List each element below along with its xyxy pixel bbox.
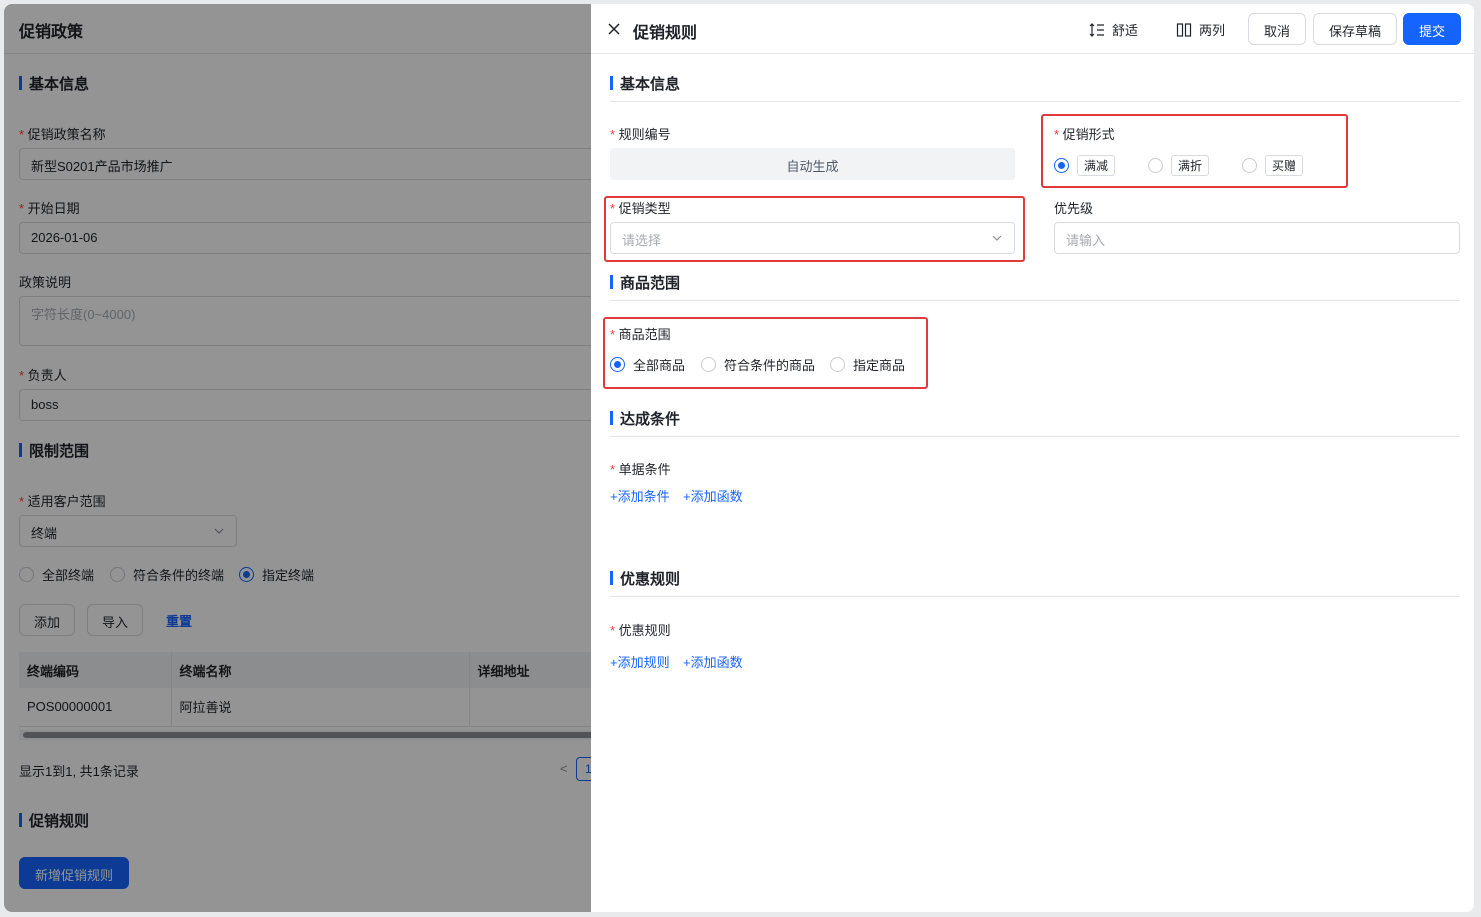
divider [610, 300, 1460, 301]
density-icon [1089, 22, 1104, 37]
radio-all-goods[interactable]: 全部商品 [610, 355, 685, 374]
radio-specified-goods[interactable]: 指定商品 [830, 355, 905, 374]
radio-buy-gift[interactable]: 买赠 [1242, 155, 1304, 176]
section-basic-info: 基本信息 [610, 73, 680, 94]
drawer-title: 促销规则 [633, 25, 698, 42]
goods-scope-label: 商品范围 [610, 324, 671, 343]
promotion-rule-drawer: 促销规则 舒适 两列 取消 保存草稿 提交 基本信息 规则编号 自动生成 促销形… [591, 4, 1474, 912]
rule-no-field: 自动生成 [610, 148, 1015, 180]
doc-condition-label: 单据条件 [610, 459, 671, 478]
radio-full-reduction[interactable]: 满减 [1054, 155, 1116, 176]
save-draft-button[interactable]: 保存草稿 [1313, 13, 1398, 45]
promo-form-label: 促销形式 [1054, 124, 1115, 143]
radio-matching-goods[interactable]: 符合条件的商品 [701, 355, 815, 374]
promo-type-label: 促销类型 [610, 198, 671, 217]
chevron-down-icon [992, 235, 1002, 241]
priority-label: 优先级 [1054, 201, 1094, 216]
priority-input[interactable]: 请输入 [1054, 222, 1460, 254]
divider [610, 101, 1460, 102]
add-function-link[interactable]: +添加函数 [683, 486, 743, 505]
two-column-toggle[interactable]: 两列 [1176, 20, 1225, 39]
promo-type-placeholder: 请选择 [622, 233, 662, 248]
section-discount-rules: 优惠规则 [610, 568, 680, 589]
radio-circle-checked [610, 357, 625, 372]
divider [610, 436, 1460, 437]
radio-circle [1242, 158, 1257, 173]
discount-rule-label: 优惠规则 [610, 620, 671, 639]
comfort-density-toggle[interactable]: 舒适 [1089, 20, 1138, 39]
modal-overlay[interactable] [4, 4, 592, 912]
radio-circle [1148, 158, 1163, 173]
drawer-header: 促销规则 舒适 两列 取消 保存草稿 提交 [591, 4, 1474, 54]
radio-circle [701, 357, 716, 372]
close-icon[interactable] [607, 22, 621, 36]
section-conditions: 达成条件 [610, 408, 680, 429]
add-function-link[interactable]: +添加函数 [683, 652, 743, 671]
promo-type-select[interactable]: 请选择 [610, 222, 1015, 254]
radio-circle [830, 357, 845, 372]
radio-full-discount[interactable]: 满折 [1148, 155, 1210, 176]
radio-circle-checked [1054, 158, 1069, 173]
add-condition-link[interactable]: +添加条件 [610, 486, 670, 505]
section-goods-scope: 商品范围 [610, 272, 680, 293]
divider [610, 596, 1460, 597]
columns-icon [1176, 22, 1192, 37]
submit-button[interactable]: 提交 [1403, 13, 1462, 45]
cancel-button[interactable]: 取消 [1248, 13, 1307, 45]
app-frame: 促销政策 基本信息 促销政策名称 新型S0201产品市场推广 开始日期 2026… [4, 4, 1474, 912]
rule-no-label: 规则编号 [610, 124, 671, 143]
add-rule-link[interactable]: +添加规则 [610, 652, 670, 671]
